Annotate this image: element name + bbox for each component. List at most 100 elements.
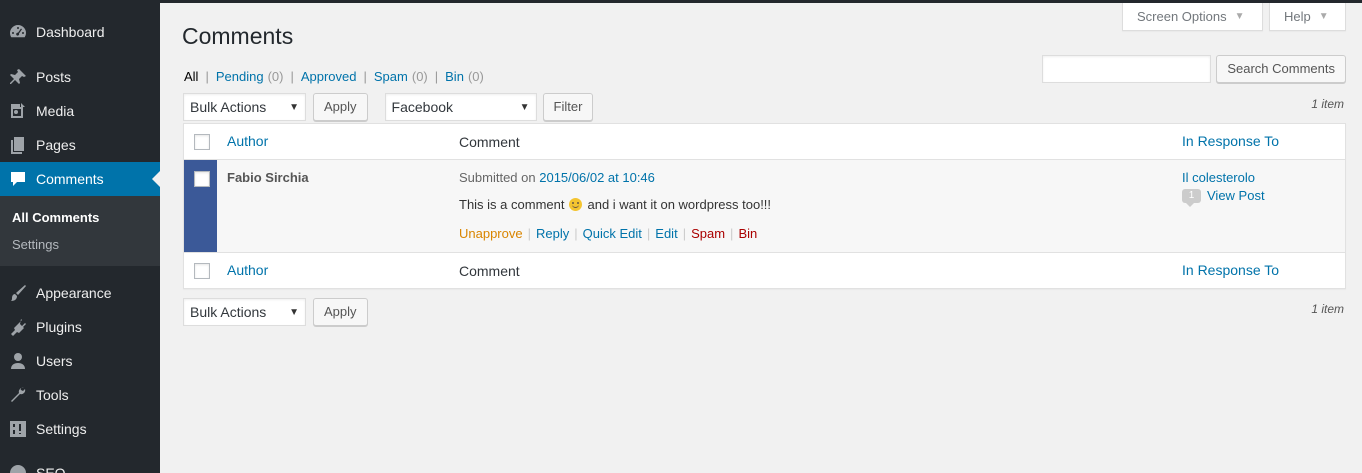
separator: | (290, 69, 294, 84)
user-icon (0, 351, 36, 371)
item-count: 1 item (1311, 97, 1344, 111)
unapprove-link[interactable]: Unapprove (459, 226, 523, 241)
menu-comments[interactable]: Comments (0, 162, 160, 196)
menu-plugins[interactable]: Plugins (0, 310, 160, 344)
column-in-response-to-footer[interactable]: In Response To (1182, 262, 1279, 278)
paintbrush-icon (0, 283, 36, 303)
settings-icon (0, 419, 36, 439)
bulk-actions-select[interactable]: Bulk Actions ▼ (183, 93, 306, 121)
bulk-actions-value: Bulk Actions (190, 99, 267, 115)
menu-label: Users (36, 353, 73, 369)
pushpin-icon (0, 67, 36, 87)
search-input[interactable] (1042, 55, 1212, 83)
column-comment: Comment (459, 134, 520, 150)
filter-spam[interactable]: Spam (0) (374, 69, 428, 84)
filter-bin[interactable]: Bin (0) (445, 69, 484, 84)
table-header: Author Comment In Response To (184, 124, 1345, 160)
separator: | (527, 226, 531, 241)
filter-pending-label: Pending (215, 69, 264, 84)
submitted-prefix: Submitted on (459, 170, 536, 185)
filter-pending-count: (0) (267, 69, 284, 84)
current-menu-arrow (152, 171, 160, 187)
admin-sidebar: Dashboard Posts Media Pages Comments All… (0, 3, 160, 473)
help-toggle[interactable]: Help ▼ (1269, 3, 1346, 31)
separator: | (574, 226, 578, 241)
bulk-actions-value: Bulk Actions (190, 304, 267, 320)
comment-author: Fabio Sirchia (227, 170, 309, 185)
page-title: Comments (182, 23, 294, 49)
item-count-bottom: 1 item (1311, 302, 1344, 316)
row-actions: Unapprove | Reply | Quick Edit | Edit | … (459, 226, 757, 241)
menu-pages[interactable]: Pages (0, 128, 160, 162)
comment-count-bubble[interactable]: 1 (1182, 188, 1201, 207)
bulk-actions-select-bottom[interactable]: Bulk Actions ▼ (183, 298, 306, 326)
menu-settings[interactable]: Settings (0, 412, 160, 446)
quick-edit-link[interactable]: Quick Edit (583, 226, 642, 241)
apply-button[interactable]: Apply (313, 93, 368, 121)
column-in-response-to[interactable]: In Response To (1182, 133, 1279, 149)
menu-label: Plugins (36, 319, 82, 335)
dropdown-arrow-icon: ▼ (289, 101, 299, 113)
pages-icon (0, 135, 36, 155)
select-all-checkbox[interactable] (194, 134, 210, 150)
separator: | (363, 69, 367, 84)
caret-down-icon: ▼ (1318, 11, 1329, 22)
filter-all[interactable]: All (184, 69, 198, 84)
comment-type-select[interactable]: Facebook ▼ (384, 93, 537, 121)
help-label: Help (1284, 9, 1311, 24)
edit-link[interactable]: Edit (655, 226, 677, 241)
filter-pending[interactable]: Pending (0) (216, 69, 284, 84)
reply-link[interactable]: Reply (536, 226, 569, 241)
view-post-group: 1 View Post (1182, 188, 1265, 207)
view-post-link[interactable]: View Post (1207, 188, 1265, 203)
comment-type-value: Facebook (391, 99, 454, 115)
menu-label: Pages (36, 137, 76, 153)
menu-media[interactable]: Media (0, 94, 160, 128)
submenu-settings[interactable]: Settings (0, 231, 160, 258)
menu-dashboard[interactable]: Dashboard (0, 15, 160, 49)
dropdown-arrow-icon: ▼ (289, 306, 299, 318)
comment-text: This is a comment and i want it on wordp… (459, 197, 771, 212)
submitted-date-link[interactable]: 2015/06/02 at 10:46 (539, 170, 655, 185)
menu-users[interactable]: Users (0, 344, 160, 378)
comments-table: Author Comment In Response To Fabio Sirc… (183, 123, 1346, 289)
search-comments-button[interactable]: Search Comments (1216, 55, 1346, 83)
menu-tools[interactable]: Tools (0, 378, 160, 412)
comment-icon (0, 169, 36, 189)
table-row: Fabio Sirchia Submitted on 2015/06/02 at… (184, 160, 1345, 252)
filter-button[interactable]: Filter (542, 93, 594, 121)
wrench-icon (0, 385, 36, 405)
menu-label: Dashboard (36, 24, 105, 40)
select-all-checkbox-footer[interactable] (194, 263, 210, 279)
comments-submenu: All Comments Settings (0, 196, 160, 266)
menu-appearance[interactable]: Appearance (0, 276, 160, 310)
comment-text-end: and i want it on wordpress too!!! (587, 197, 772, 212)
seo-icon (0, 463, 36, 473)
plugin-icon (0, 317, 36, 337)
caret-down-icon: ▼ (1234, 11, 1245, 22)
separator: | (205, 69, 209, 84)
menu-seo[interactable]: SEO (0, 456, 160, 473)
screen-options-toggle[interactable]: Screen Options ▼ (1122, 3, 1263, 31)
filter-spam-count: (0) (411, 69, 428, 84)
menu-label: Media (36, 103, 75, 119)
menu-label: Settings (36, 421, 87, 437)
media-icon (0, 101, 36, 121)
column-author-footer[interactable]: Author (227, 262, 268, 278)
response-post-link[interactable]: Il colesterolo (1182, 170, 1255, 185)
menu-label: Comments (36, 171, 104, 187)
row-checkbox[interactable] (194, 171, 210, 187)
submenu-all-comments[interactable]: All Comments (0, 204, 160, 231)
filter-approved[interactable]: Approved (301, 69, 357, 84)
menu-label: Tools (36, 387, 69, 403)
spam-link[interactable]: Spam (691, 226, 725, 241)
column-author[interactable]: Author (227, 133, 268, 149)
apply-button-bottom[interactable]: Apply (313, 298, 368, 326)
separator: | (730, 226, 734, 241)
smiley-emoji-icon (569, 198, 583, 211)
menu-posts[interactable]: Posts (0, 60, 160, 94)
bin-link[interactable]: Bin (738, 226, 757, 241)
main-content: Screen Options ▼ Help ▼ Comments All | P… (160, 3, 1362, 473)
tablenav-bottom: Bulk Actions ▼ Apply (183, 298, 368, 326)
dashboard-icon (0, 22, 36, 42)
